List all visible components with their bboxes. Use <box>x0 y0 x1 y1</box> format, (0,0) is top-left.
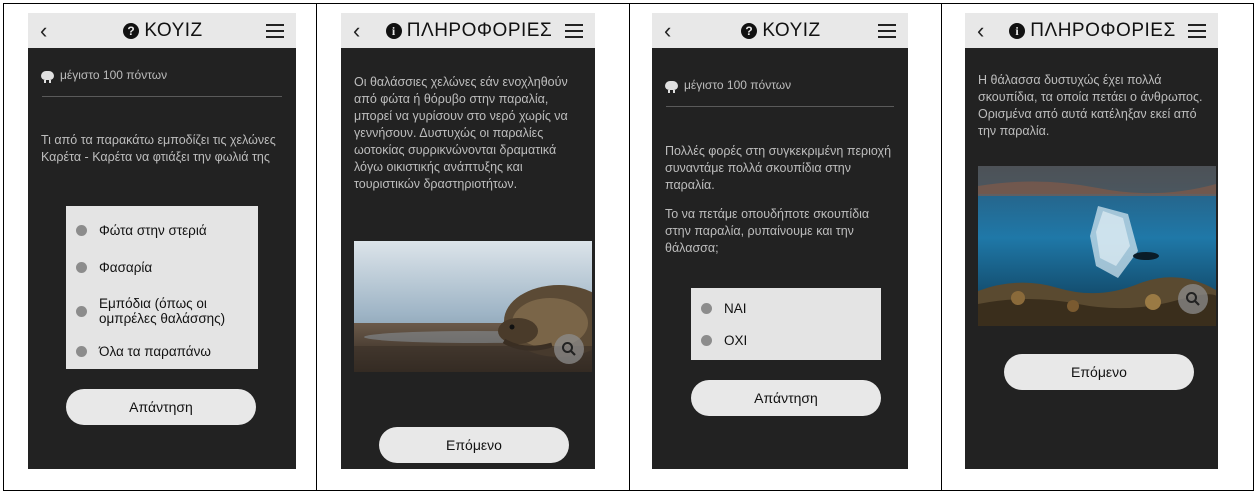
screen-title: ? ΚΟΥΙΖ <box>741 20 820 42</box>
magnifier-icon <box>562 342 576 356</box>
info-screen-1: ‹ i ΠΛΗΡΟΦΟΡΙΕΣ Οι θαλάσσιες χελώνες εάν… <box>341 13 595 469</box>
top-bar: ‹ ? ΚΟΥΙΖ <box>652 13 908 48</box>
option-4[interactable]: Όλα τα παραπάνω <box>76 336 248 366</box>
option-label: Εμπόδια (όπως οι ομπρέλες θαλάσσης) <box>99 296 226 326</box>
option-label: ΟΧΙ <box>724 332 748 348</box>
storyboard-cell-1: ‹ ? ΚΟΥΙΖ μέγιστο 100 πόντων Τι από τα π… <box>4 4 317 490</box>
option-1[interactable]: Φώτα στην στεριά <box>76 212 248 249</box>
question-text-1: Πολλές φορές στη συγκεκριμένη περιοχή συ… <box>665 144 892 192</box>
back-icon[interactable]: ‹ <box>977 18 997 44</box>
info-screen-2: ‹ i ΠΛΗΡΟΦΟΡΙΕΣ Η θάλασσα δυστυχώς έχει … <box>965 13 1218 469</box>
top-bar: ‹ ? ΚΟΥΙΖ <box>28 13 296 48</box>
radio-icon[interactable] <box>76 305 87 317</box>
radio-icon[interactable] <box>76 225 87 236</box>
answer-button[interactable]: Απάντηση <box>691 380 881 416</box>
option-label: Φώτα στην στεριά <box>99 223 207 238</box>
piggy-bank-icon <box>41 70 54 83</box>
menu-icon[interactable] <box>266 23 284 38</box>
storyboard-cell-4: ‹ i ΠΛΗΡΟΦΟΡΙΕΣ Η θάλασσα δυστυχώς έχει … <box>942 4 1253 490</box>
question-text-2: Το να πετάμε οπουδήποτε σκουπίδια στην π… <box>665 207 870 255</box>
question-icon: ? <box>741 22 758 39</box>
sea-plastic-photo <box>978 166 1216 326</box>
radio-icon[interactable] <box>701 334 712 346</box>
back-icon[interactable]: ‹ <box>353 18 373 44</box>
menu-icon[interactable] <box>878 23 896 38</box>
option-label: Όλα τα παραπάνω <box>99 343 211 359</box>
storyboard-table: ‹ ? ΚΟΥΙΖ μέγιστο 100 πόντων Τι από τα π… <box>3 3 1254 491</box>
option-2[interactable]: Φασαρία <box>76 249 248 286</box>
next-button[interactable]: Επόμενο <box>1004 354 1194 390</box>
storyboard-cell-3: ‹ ? ΚΟΥΙΖ μέγιστο 100 πόντων Πολλές φορέ… <box>630 4 942 490</box>
radio-icon[interactable] <box>701 302 712 314</box>
top-bar: ‹ i ΠΛΗΡΟΦΟΡΙΕΣ <box>965 13 1218 48</box>
info-text: Η θάλασσα δυστυχώς έχει πολλά σκουπίδια,… <box>978 73 1203 138</box>
quiz-screen-2: ‹ ? ΚΟΥΙΖ μέγιστο 100 πόντων Πολλές φορέ… <box>652 13 908 469</box>
points-info: μέγιστο 100 πόντων <box>41 68 296 83</box>
divider <box>666 106 894 107</box>
turtle-photo <box>354 241 592 372</box>
screen-title: i ΠΛΗΡΟΦΟΡΙΕΣ <box>1009 20 1175 42</box>
info-icon: i <box>1009 22 1026 39</box>
points-text: μέγιστο 100 πόντων <box>684 78 792 92</box>
answer-button[interactable]: Απάντηση <box>66 389 256 425</box>
back-icon[interactable]: ‹ <box>664 18 684 44</box>
points-info: μέγιστο 100 πόντων <box>665 78 908 93</box>
menu-icon[interactable] <box>1188 23 1206 38</box>
radio-icon[interactable] <box>76 262 87 273</box>
next-button[interactable]: Επόμενο <box>379 427 569 463</box>
question-icon: ? <box>123 22 140 39</box>
question-text: Τι από τα παρακάτω εμποδίζει τις χελώνες… <box>41 133 276 164</box>
info-icon: i <box>385 22 402 39</box>
answer-options: Φώτα στην στεριά Φασαρία Εμπόδια (όπως ο… <box>66 206 258 369</box>
top-bar: ‹ i ΠΛΗΡΟΦΟΡΙΕΣ <box>341 13 595 48</box>
piggy-bank-icon <box>665 80 678 93</box>
radio-icon[interactable] <box>76 345 87 357</box>
title-text: ΠΛΗΡΟΦΟΡΙΕΣ <box>1030 19 1176 41</box>
title-text: ΚΟΥΙΖ <box>762 19 821 41</box>
zoom-button[interactable] <box>554 334 584 364</box>
quiz-screen-1: ‹ ? ΚΟΥΙΖ μέγιστο 100 πόντων Τι από τα π… <box>28 13 296 469</box>
zoom-button[interactable] <box>1178 284 1208 314</box>
option-yes[interactable]: ΝΑΙ <box>701 292 871 324</box>
option-label: Φασαρία <box>99 260 153 275</box>
menu-icon[interactable] <box>565 23 583 38</box>
info-text: Οι θαλάσσιες χελώνες εάν ενοχληθούν από … <box>354 75 568 191</box>
screen-title: ? ΚΟΥΙΖ <box>123 20 202 42</box>
divider <box>42 96 282 97</box>
points-text: μέγιστο 100 πόντων <box>60 68 168 82</box>
title-text: ΚΟΥΙΖ <box>144 19 203 41</box>
answer-options: ΝΑΙ ΟΧΙ <box>691 288 881 360</box>
title-text: ΠΛΗΡΟΦΟΡΙΕΣ <box>406 19 553 41</box>
storyboard-cell-2: ‹ i ΠΛΗΡΟΦΟΡΙΕΣ Οι θαλάσσιες χελώνες εάν… <box>317 4 630 490</box>
option-3[interactable]: Εμπόδια (όπως οι ομπρέλες θαλάσσης) <box>76 286 248 336</box>
option-label: ΝΑΙ <box>724 300 747 316</box>
option-no[interactable]: ΟΧΙ <box>701 324 871 356</box>
screen-title: i ΠΛΗΡΟΦΟΡΙΕΣ <box>385 19 553 42</box>
magnifier-icon <box>1186 292 1200 306</box>
back-icon[interactable]: ‹ <box>40 18 60 44</box>
